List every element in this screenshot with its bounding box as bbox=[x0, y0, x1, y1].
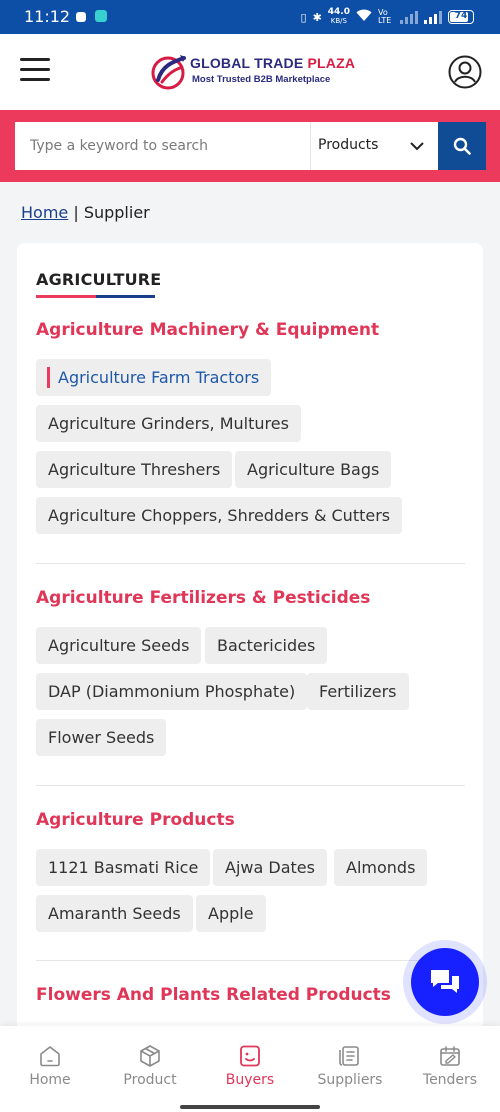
nav-product-label: Product bbox=[123, 1072, 177, 1088]
subcategory-chip[interactable]: Ajwa Dates bbox=[213, 849, 327, 886]
subcategory-chip[interactable]: Agriculture Seeds bbox=[36, 627, 202, 664]
section-title[interactable]: Agriculture Machinery & Equipment bbox=[36, 320, 379, 340]
section-divider bbox=[36, 785, 465, 786]
chat-icon bbox=[431, 970, 459, 993]
cube-icon bbox=[140, 1045, 160, 1067]
category-title: AGRICULTURE bbox=[36, 270, 162, 289]
search-button[interactable] bbox=[438, 122, 486, 170]
logo-title-accent: PLAZA bbox=[307, 55, 356, 71]
nav-tenders[interactable]: Tenders bbox=[400, 1040, 500, 1090]
gallery-notification-icon bbox=[76, 12, 86, 22]
chevron-down-icon bbox=[410, 142, 424, 151]
breadcrumb: Home | Supplier bbox=[21, 203, 150, 222]
chat-button[interactable] bbox=[411, 948, 479, 1016]
signal-weak-icon bbox=[400, 10, 418, 24]
logo-subtitle: Most Trusted B2B Marketplace bbox=[192, 74, 331, 85]
nav-home-label: Home bbox=[29, 1072, 71, 1088]
title-underline-red bbox=[36, 295, 96, 298]
subcategory-chip-active[interactable]: Agriculture Farm Tractors bbox=[36, 359, 272, 396]
subcategory-chip[interactable]: Almonds bbox=[334, 849, 428, 886]
section-title[interactable]: Agriculture Products bbox=[36, 810, 235, 830]
search-band: Products bbox=[0, 110, 500, 182]
buyers-icon bbox=[240, 1045, 260, 1067]
section-divider bbox=[36, 960, 465, 961]
app-header: GLOBAL TRADE PLAZA Most Trusted B2B Mark… bbox=[0, 34, 500, 110]
home-icon bbox=[40, 1046, 60, 1067]
logo-mark-icon bbox=[151, 55, 186, 90]
messenger-notification-icon bbox=[95, 10, 107, 22]
battery-level: 74 bbox=[454, 11, 468, 21]
net-speed: 44.0 KB/S bbox=[328, 8, 350, 26]
net-speed-value: 44.0 bbox=[327, 7, 350, 17]
search-icon bbox=[453, 137, 471, 155]
nav-tenders-label: Tenders bbox=[422, 1072, 478, 1088]
search-category-value: Products bbox=[318, 137, 379, 153]
wifi-icon bbox=[356, 9, 372, 25]
title-underline-blue bbox=[96, 295, 155, 298]
search-bar: Products bbox=[15, 122, 486, 170]
hamburger-menu-icon[interactable] bbox=[20, 58, 50, 84]
subcategory-chip[interactable]: Agriculture Threshers bbox=[36, 451, 233, 488]
nav-home[interactable]: Home bbox=[0, 1040, 100, 1090]
nav-suppliers-label: Suppliers bbox=[317, 1072, 383, 1088]
section-divider bbox=[36, 563, 465, 564]
volte-label: Vo LTE bbox=[378, 8, 392, 25]
suppliers-icon bbox=[339, 1046, 359, 1066]
subcategory-chip[interactable]: Fertilizers bbox=[307, 673, 409, 710]
nav-product[interactable]: Product bbox=[100, 1040, 200, 1090]
logo-title-main: GLOBAL TRADE bbox=[190, 55, 304, 71]
status-time: 11:12 bbox=[24, 7, 71, 26]
user-circle-icon[interactable] bbox=[448, 55, 482, 89]
bottom-nav: Home Product Buyers Suppliers Tenders bbox=[0, 1026, 500, 1112]
nav-buyers[interactable]: Buyers bbox=[200, 1040, 300, 1090]
nav-buyers-label: Buyers bbox=[225, 1072, 275, 1088]
status-bar: 11:12 ▯ ✱ 44.0 KB/S Vo LTE 74 bbox=[0, 0, 500, 34]
section-title[interactable]: Agriculture Fertilizers & Pesticides bbox=[36, 588, 370, 608]
site-logo[interactable]: GLOBAL TRADE PLAZA Most Trusted B2B Mark… bbox=[150, 52, 355, 92]
gesture-home-bar[interactable] bbox=[180, 1105, 320, 1109]
net-speed-unit: KB/S bbox=[330, 17, 347, 25]
subcategory-chip[interactable]: Bactericides bbox=[205, 627, 328, 664]
section-title[interactable]: Flowers And Plants Related Products bbox=[36, 985, 391, 1005]
search-category-select[interactable]: Products bbox=[310, 122, 438, 170]
subcategory-chip[interactable]: Agriculture Bags bbox=[235, 451, 392, 488]
breadcrumb-current: Supplier bbox=[83, 203, 150, 222]
breadcrumb-separator: | bbox=[68, 203, 84, 222]
subcategory-chip[interactable]: Agriculture Grinders, Multures bbox=[36, 405, 301, 442]
status-icons: ▯ ✱ 44.0 KB/S Vo LTE 74 bbox=[300, 8, 474, 26]
signal-icon bbox=[424, 10, 442, 24]
tenders-icon bbox=[440, 1046, 460, 1066]
subcategory-chip[interactable]: DAP (Diammonium Phosphate) bbox=[36, 673, 308, 710]
subcategory-chip[interactable]: Flower Seeds bbox=[36, 719, 167, 756]
nav-suppliers[interactable]: Suppliers bbox=[300, 1040, 400, 1090]
subcategory-chip[interactable]: Amaranth Seeds bbox=[36, 895, 193, 932]
breadcrumb-home-link[interactable]: Home bbox=[21, 203, 68, 222]
battery-icon: 74 bbox=[448, 10, 474, 24]
logo-title: GLOBAL TRADE PLAZA bbox=[190, 55, 355, 71]
subcategory-chip[interactable]: Apple bbox=[196, 895, 266, 932]
bluetooth-icon: ✱ bbox=[312, 10, 322, 24]
vibrate-icon: ▯ bbox=[300, 10, 307, 24]
subcategory-chip[interactable]: Agriculture Choppers, Shredders & Cutter… bbox=[36, 497, 403, 534]
search-input[interactable] bbox=[15, 122, 310, 170]
subcategory-chip[interactable]: 1121 Basmati Rice bbox=[36, 849, 211, 886]
